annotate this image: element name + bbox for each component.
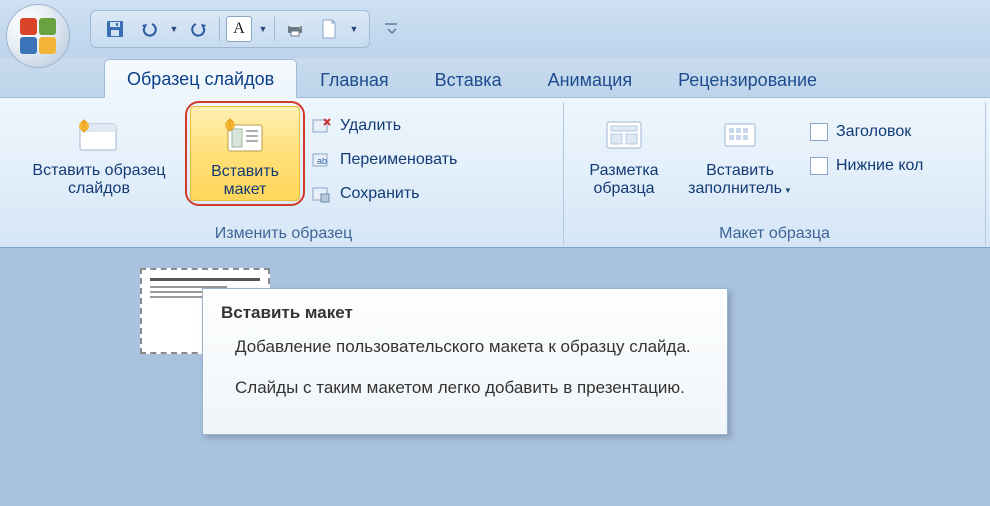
rename-button[interactable]: ab Переименовать bbox=[306, 144, 463, 176]
tooltip-paragraph: Добавление пользовательского макета к об… bbox=[235, 335, 709, 360]
footers-checkbox-label: Нижние кол bbox=[836, 157, 923, 175]
insert-layout-icon bbox=[222, 117, 268, 157]
preserve-icon bbox=[310, 184, 332, 204]
group-edit-master: Вставить образец слайдов bbox=[4, 102, 564, 245]
rename-label: Переименовать bbox=[340, 151, 457, 169]
new-doc-icon[interactable] bbox=[315, 15, 343, 43]
undo-icon[interactable] bbox=[135, 15, 163, 43]
checkbox-icon bbox=[810, 157, 828, 175]
chevron-down-icon: ▼ bbox=[784, 186, 792, 195]
tab-slide-master[interactable]: Образец слайдов bbox=[104, 59, 297, 98]
group-master-layout: Разметка образца Вставить заполнитель▼ bbox=[564, 102, 986, 245]
titlebar: ▼ A ▼ ▼ bbox=[0, 0, 990, 58]
delete-button[interactable]: Удалить bbox=[306, 110, 463, 142]
title-checkbox-label: Заголовок bbox=[836, 123, 911, 141]
customize-qat-icon[interactable] bbox=[380, 17, 404, 41]
insert-layout-button[interactable]: Вставить макет bbox=[190, 106, 300, 201]
redo-icon[interactable] bbox=[185, 15, 213, 43]
ribbon-tabs: Образец слайдов Главная Вставка Анимация… bbox=[0, 58, 990, 98]
new-dropdown-icon[interactable]: ▼ bbox=[349, 15, 359, 43]
tab-home[interactable]: Главная bbox=[297, 60, 412, 98]
tooltip-title: Вставить макет bbox=[221, 303, 709, 323]
group-title-edit-master: Изменить образец bbox=[14, 222, 553, 245]
tab-animation[interactable]: Анимация bbox=[525, 60, 656, 98]
tooltip-paragraph: Слайды с таким макетом легко добавить в … bbox=[235, 376, 709, 401]
slide-master-icon bbox=[76, 116, 122, 156]
insert-slide-master-button[interactable]: Вставить образец слайдов bbox=[14, 106, 184, 222]
ribbon: Вставить образец слайдов bbox=[0, 98, 990, 248]
delete-label: Удалить bbox=[340, 117, 401, 135]
preserve-button[interactable]: Сохранить bbox=[306, 178, 463, 210]
checkbox-icon bbox=[810, 123, 828, 141]
preserve-label: Сохранить bbox=[340, 185, 420, 203]
delete-icon bbox=[310, 116, 332, 136]
font-icon[interactable]: A bbox=[226, 16, 252, 42]
tab-insert[interactable]: Вставка bbox=[412, 60, 525, 98]
tooltip: Вставить макет Добавление пользовательск… bbox=[202, 288, 728, 435]
font-dropdown-icon[interactable]: ▼ bbox=[258, 15, 268, 43]
title-checkbox[interactable]: Заголовок bbox=[806, 116, 929, 148]
master-layout-icon bbox=[603, 118, 645, 154]
tab-review[interactable]: Рецензирование bbox=[655, 60, 840, 98]
rename-icon: ab bbox=[310, 150, 332, 170]
office-button[interactable] bbox=[6, 4, 70, 68]
insert-placeholder-button[interactable]: Вставить заполнитель▼ bbox=[680, 106, 800, 222]
footers-checkbox[interactable]: Нижние кол bbox=[806, 150, 929, 182]
save-icon[interactable] bbox=[101, 15, 129, 43]
insert-placeholder-label: Вставить заполнитель bbox=[688, 162, 782, 197]
group-title-master-layout: Макет образца bbox=[574, 222, 975, 245]
master-layout-button[interactable]: Разметка образца bbox=[574, 106, 674, 222]
quick-access-toolbar: ▼ A ▼ ▼ bbox=[90, 10, 370, 48]
office-logo-icon bbox=[20, 18, 56, 54]
undo-dropdown-icon[interactable]: ▼ bbox=[169, 15, 179, 43]
placeholder-icon bbox=[719, 118, 761, 154]
svg-text:ab: ab bbox=[317, 156, 327, 166]
quick-print-icon[interactable] bbox=[281, 15, 309, 43]
